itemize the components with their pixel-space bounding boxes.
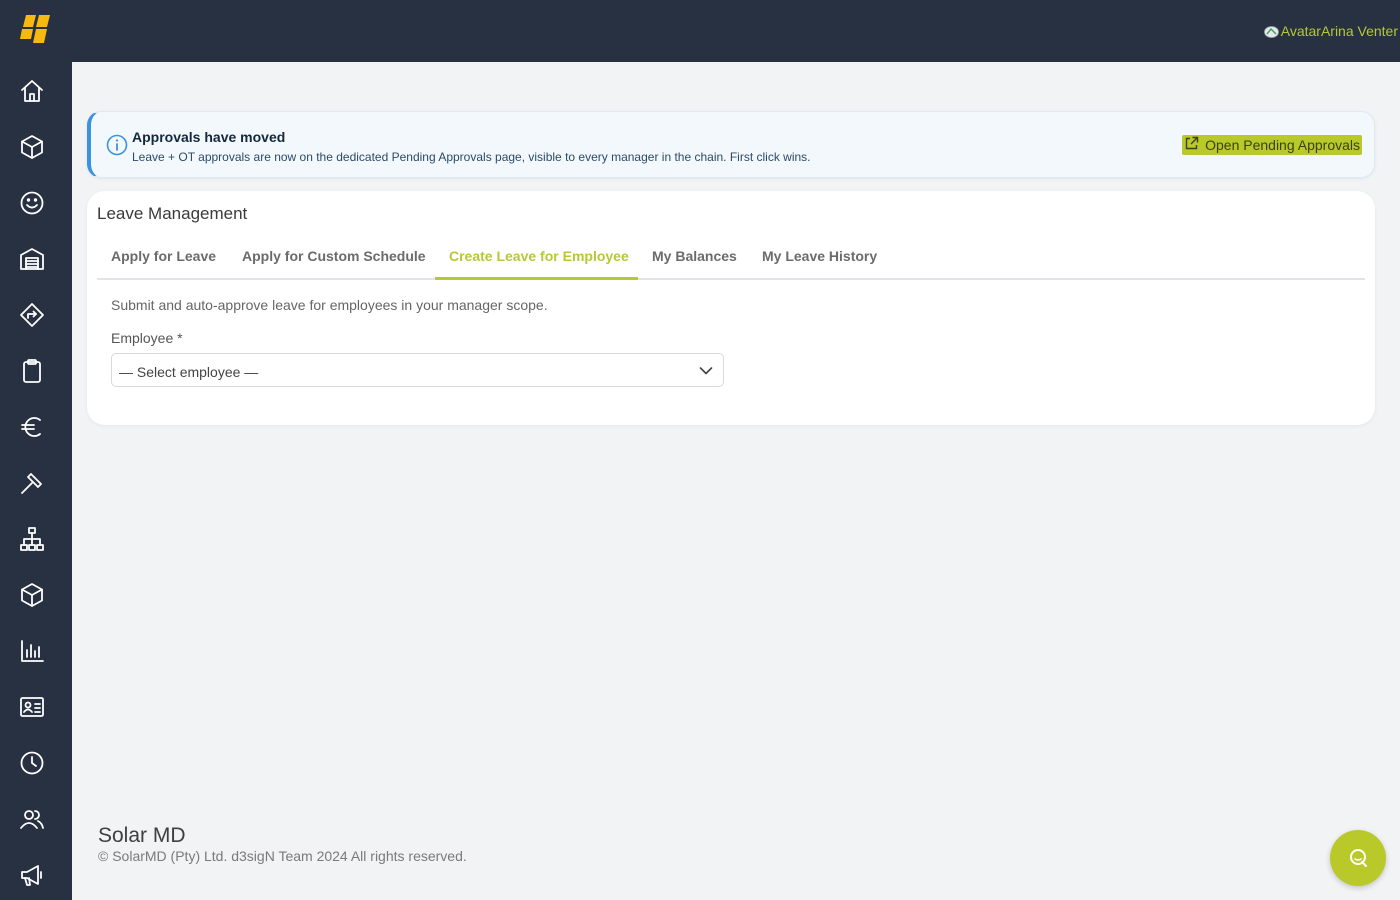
sidebar-item-customers[interactable] [16, 187, 48, 219]
sidebar-item-organisation[interactable] [16, 523, 48, 555]
active-tab-indicator [435, 277, 638, 280]
users-icon [20, 810, 44, 829]
sidebar-item-directions[interactable] [16, 299, 48, 331]
user-menu[interactable]: AvatarArina Venter [1263, 23, 1398, 39]
sidebar-item-announcements[interactable] [16, 859, 48, 891]
hammer-icon [21, 473, 42, 494]
clipboard-icon [23, 359, 41, 383]
sidebar-item-warehouse[interactable] [16, 243, 48, 275]
sidebar-item-users[interactable] [16, 803, 48, 835]
sidebar [0, 62, 72, 900]
footer-brand: Solar MD [98, 824, 186, 847]
sidebar-item-products[interactable] [16, 131, 48, 163]
sidebar-item-time[interactable] [16, 747, 48, 779]
org-chart-icon [20, 527, 44, 551]
employee-select[interactable]: — Select employee — [111, 353, 724, 387]
top-bar: AvatarArina Venter [0, 0, 1400, 62]
info-icon [106, 134, 128, 156]
footer-copyright: © SolarMD (Pty) Ltd. d3sigN Team 2024 Al… [98, 848, 467, 864]
tab-apply-for-leave[interactable]: Apply for Leave [111, 248, 216, 264]
sidebar-item-reports[interactable] [16, 635, 48, 667]
user-name: AvatarArina Venter [1280, 23, 1398, 39]
tab-create-leave-for-employee[interactable]: Create Leave for Employee [449, 248, 629, 264]
euro-icon [21, 417, 41, 437]
open-pending-approvals-button[interactable]: Open Pending Approvals [1182, 135, 1362, 155]
chevron-down-icon [699, 367, 713, 375]
bar-chart-icon [21, 640, 44, 662]
smiley-icon [20, 191, 44, 215]
leave-tabs: Apply for Leave Apply for Custom Schedul… [97, 238, 1365, 280]
banner-text: Leave + OT approvals are now on the dedi… [132, 150, 811, 164]
id-card-icon [20, 697, 44, 717]
sidebar-item-finance[interactable] [16, 411, 48, 443]
page-title: Leave Management [97, 204, 248, 223]
tab-apply-for-custom-schedule[interactable]: Apply for Custom Schedule [242, 248, 426, 264]
solar-md-logo-icon[interactable] [20, 13, 54, 47]
employee-label: Employee * [111, 330, 183, 346]
sidebar-item-tools[interactable] [16, 467, 48, 499]
sidebar-item-inventory[interactable] [16, 579, 48, 611]
home-icon [21, 80, 43, 102]
open-pending-approvals-label: Open Pending Approvals [1205, 137, 1360, 153]
approvals-moved-banner: Approvals have moved Leave + OT approval… [87, 111, 1375, 178]
employee-select-value: — Select employee — [119, 364, 259, 380]
tab-my-leave-history[interactable]: My Leave History [762, 248, 877, 264]
clock-icon [20, 751, 44, 775]
directions-icon [20, 303, 44, 327]
megaphone-icon [21, 865, 42, 886]
warehouse-icon [20, 248, 44, 270]
tab-my-balances[interactable]: My Balances [652, 248, 737, 264]
leave-management-card: Leave Management Apply for Leave Apply f… [87, 191, 1375, 425]
sidebar-item-employees[interactable] [16, 691, 48, 723]
cube-icon [21, 135, 43, 159]
chat-icon [1350, 849, 1367, 867]
tab-description: Submit and auto-approve leave for employ… [111, 297, 548, 313]
sidebar-item-home[interactable] [16, 75, 48, 107]
chat-support-button[interactable] [1330, 830, 1386, 886]
external-link-icon [1185, 136, 1199, 149]
avatar-icon [1263, 25, 1279, 38]
box-icon [21, 583, 43, 607]
banner-title: Approvals have moved [132, 129, 286, 145]
sidebar-item-tasks[interactable] [16, 355, 48, 387]
